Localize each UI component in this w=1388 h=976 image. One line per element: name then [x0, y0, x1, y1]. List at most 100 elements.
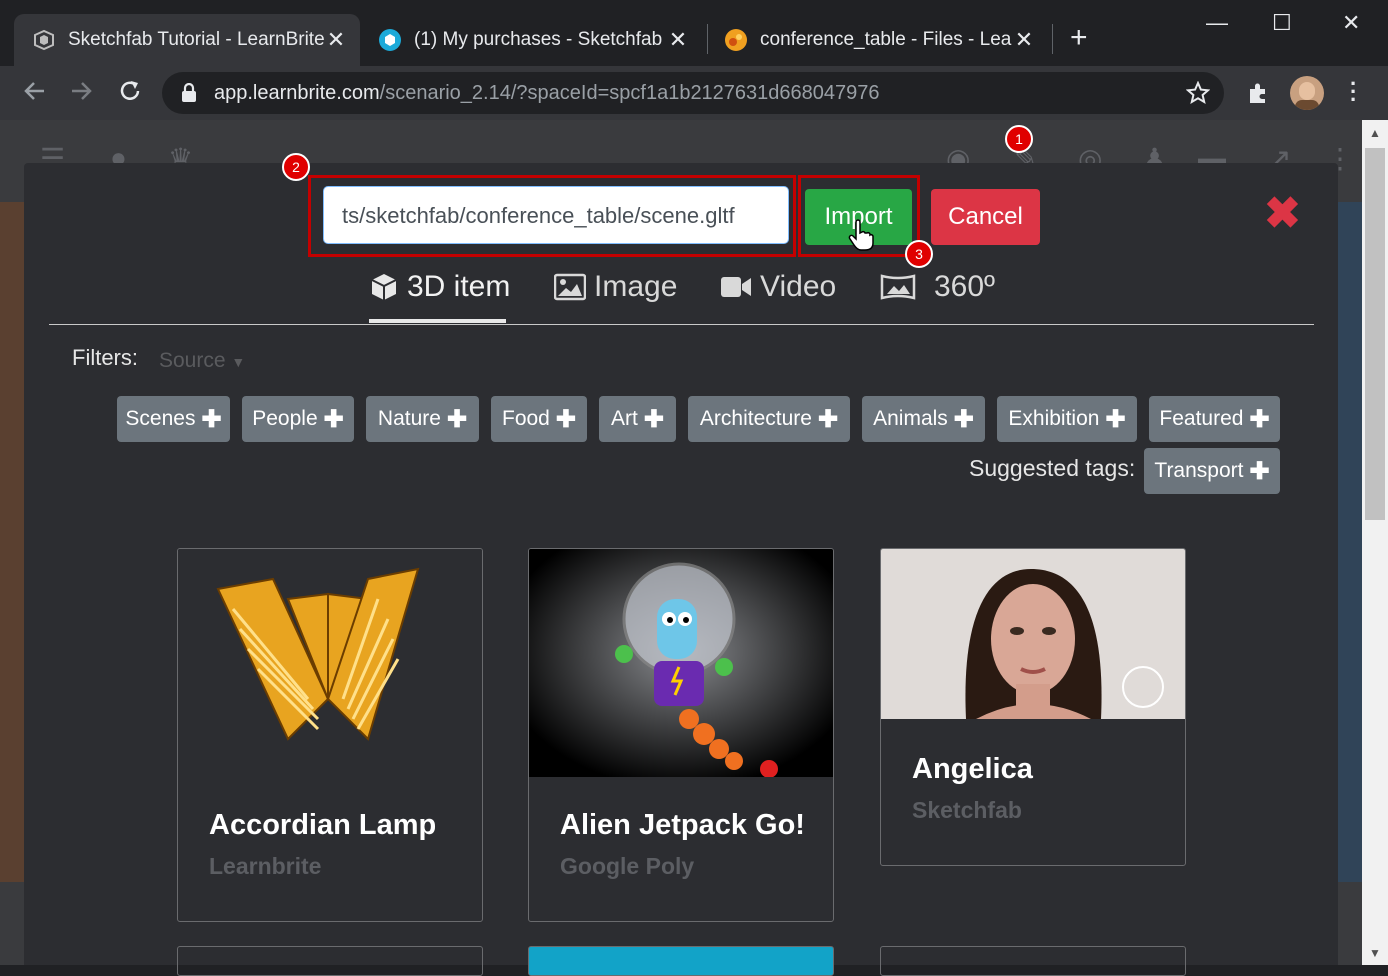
card-thumbnail [178, 549, 482, 769]
tag-architecture[interactable]: Architecture ✚ [688, 396, 850, 442]
plus-icon: ✚ [323, 405, 344, 433]
model-card-alien-jetpack[interactable]: Alien Jetpack Go! Google Poly [528, 548, 834, 922]
tab-3d-item[interactable]: 3D item [369, 270, 510, 304]
learnbrite-favicon [34, 29, 54, 51]
back-icon[interactable] [22, 78, 48, 104]
cancel-button[interactable]: Cancel [931, 189, 1040, 245]
model-card-next-row[interactable] [177, 946, 483, 976]
sketchfab-favicon [379, 29, 401, 51]
tag-food[interactable]: Food ✚ [491, 396, 587, 442]
tag-label: Animals [873, 407, 948, 430]
tab-separator [707, 24, 708, 54]
model-card-next-row[interactable] [528, 946, 834, 976]
scene-background-right [1338, 202, 1362, 882]
tab-title: Sketchfab Tutorial - LearnBrite S [68, 29, 324, 50]
tab-separator [1052, 24, 1053, 54]
plus-icon: ✚ [555, 405, 576, 433]
tag-label: Architecture [699, 407, 812, 430]
address-bar[interactable]: app.learnbrite.com/scenario_2.14/?spaceI… [162, 72, 1224, 114]
menu-dots-icon[interactable]: · · · [1350, 73, 1357, 111]
card-title: Alien Jetpack Go! [560, 809, 805, 841]
card-title: Angelica [912, 753, 1033, 785]
plus-icon: ✚ [953, 405, 974, 433]
card-source: Google Poly [560, 853, 695, 879]
star-icon[interactable] [1186, 81, 1210, 105]
plus-icon: ✚ [643, 405, 664, 433]
annotation-badge-3: 3 [905, 240, 933, 268]
model-card-next-row[interactable] [880, 946, 1186, 976]
tab-video[interactable]: Video [720, 270, 836, 304]
hand-cursor-icon [848, 219, 874, 251]
plus-icon: ✚ [817, 405, 839, 433]
tab-my-purchases[interactable]: (1) My purchases - Sketchfab ✕ [366, 14, 702, 66]
tab-360[interactable]: 360º [880, 270, 995, 304]
tag-label: People [252, 407, 318, 430]
plus-icon: ✚ [446, 405, 468, 433]
url-text[interactable]: app.learnbrite.com/scenario_2.14/?spaceI… [214, 82, 880, 105]
tab-close-icon[interactable]: ✕ [324, 27, 348, 53]
tag-people[interactable]: People ✚ [242, 396, 354, 442]
source-dropdown[interactable]: Source ▼ [159, 349, 245, 373]
page-scrollbar[interactable]: ▲ ▼ [1362, 120, 1388, 965]
tab-title: conference_table - Files - Learnl [760, 29, 1012, 50]
tag-label: Exhibition [1008, 407, 1100, 430]
scene-background-left [0, 202, 24, 882]
video-icon [721, 277, 751, 297]
annotation-badge-2: 2 [282, 153, 310, 181]
new-tab-button[interactable]: + [1070, 23, 1088, 53]
extensions-icon[interactable] [1246, 81, 1270, 105]
panorama-icon [880, 274, 916, 300]
minimize-icon[interactable]: — [1206, 10, 1228, 36]
scroll-down-icon[interactable]: ▼ [1369, 946, 1381, 960]
suggested-tags-label: Suggested tags: [969, 455, 1136, 481]
card-thumbnail [881, 549, 1185, 719]
tab-close-icon[interactable]: ✕ [666, 27, 690, 53]
tag-label: Featured [1159, 407, 1244, 430]
tab-label: Image [594, 270, 678, 303]
browser-tab-strip: Sketchfab Tutorial - LearnBrite S ✕ (1) … [0, 0, 1388, 66]
profile-avatar[interactable] [1290, 76, 1324, 110]
chevron-down-icon: ▼ [231, 354, 246, 370]
tag-nature[interactable]: Nature ✚ [366, 396, 479, 442]
url-path: /scenario_2.14/?spaceId=spcf1a1b2127631d… [379, 82, 880, 104]
lock-icon[interactable] [180, 83, 198, 103]
filters-label: Filters: [72, 345, 138, 370]
tag-animals[interactable]: Animals ✚ [862, 396, 985, 442]
tab-label: 3D item [407, 270, 511, 303]
files-favicon [725, 29, 747, 51]
tab-image[interactable]: Image [554, 270, 677, 304]
tab-sketchfab-tutorial[interactable]: Sketchfab Tutorial - LearnBrite S ✕ [14, 14, 360, 66]
tab-label: Video [760, 270, 837, 303]
tab-title: (1) My purchases - Sketchfab [414, 29, 663, 50]
tag-label: Food [502, 407, 550, 430]
card-thumbnail [529, 549, 833, 778]
close-modal-icon[interactable]: ✖ [1264, 188, 1301, 239]
scroll-up-icon[interactable]: ▲ [1369, 126, 1381, 140]
tag-featured[interactable]: Featured ✚ [1149, 396, 1280, 442]
card-source: Sketchfab [912, 797, 1022, 823]
tag-label: Art [611, 407, 638, 430]
tag-label: Transport [1154, 459, 1244, 482]
maximize-icon[interactable]: ☐ [1272, 10, 1292, 36]
scroll-thumb[interactable] [1365, 148, 1385, 520]
cube-icon [371, 274, 397, 300]
tag-scenes[interactable]: Scenes ✚ [117, 396, 230, 442]
forward-icon[interactable] [68, 78, 94, 104]
model-card-angelica[interactable]: Angelica Sketchfab [880, 548, 1186, 866]
tag-label: Nature [377, 407, 441, 430]
model-url-input[interactable]: ts/sketchfab/conference_table/scene.gltf [323, 186, 789, 244]
tag-art[interactable]: Art ✚ [599, 396, 676, 442]
source-placeholder: Source [159, 349, 226, 372]
tag-transport[interactable]: Transport ✚ [1144, 448, 1280, 494]
browser-toolbar: app.learnbrite.com/scenario_2.14/?spaceI… [0, 66, 1388, 120]
model-card-accordian-lamp[interactable]: Accordian Lamp Learnbrite [177, 548, 483, 922]
tab-conference-table[interactable]: conference_table - Files - Learnl ✕ [712, 14, 1048, 66]
url-host: app.learnbrite.com [214, 82, 380, 104]
card-source: Learnbrite [209, 853, 322, 879]
tag-exhibition[interactable]: Exhibition ✚ [997, 396, 1137, 442]
tab-label: 360º [934, 270, 996, 303]
reload-icon[interactable] [117, 78, 143, 104]
plus-icon: ✚ [201, 405, 222, 433]
tab-close-icon[interactable]: ✕ [1012, 27, 1036, 53]
window-close-icon[interactable]: ✕ [1342, 10, 1360, 36]
